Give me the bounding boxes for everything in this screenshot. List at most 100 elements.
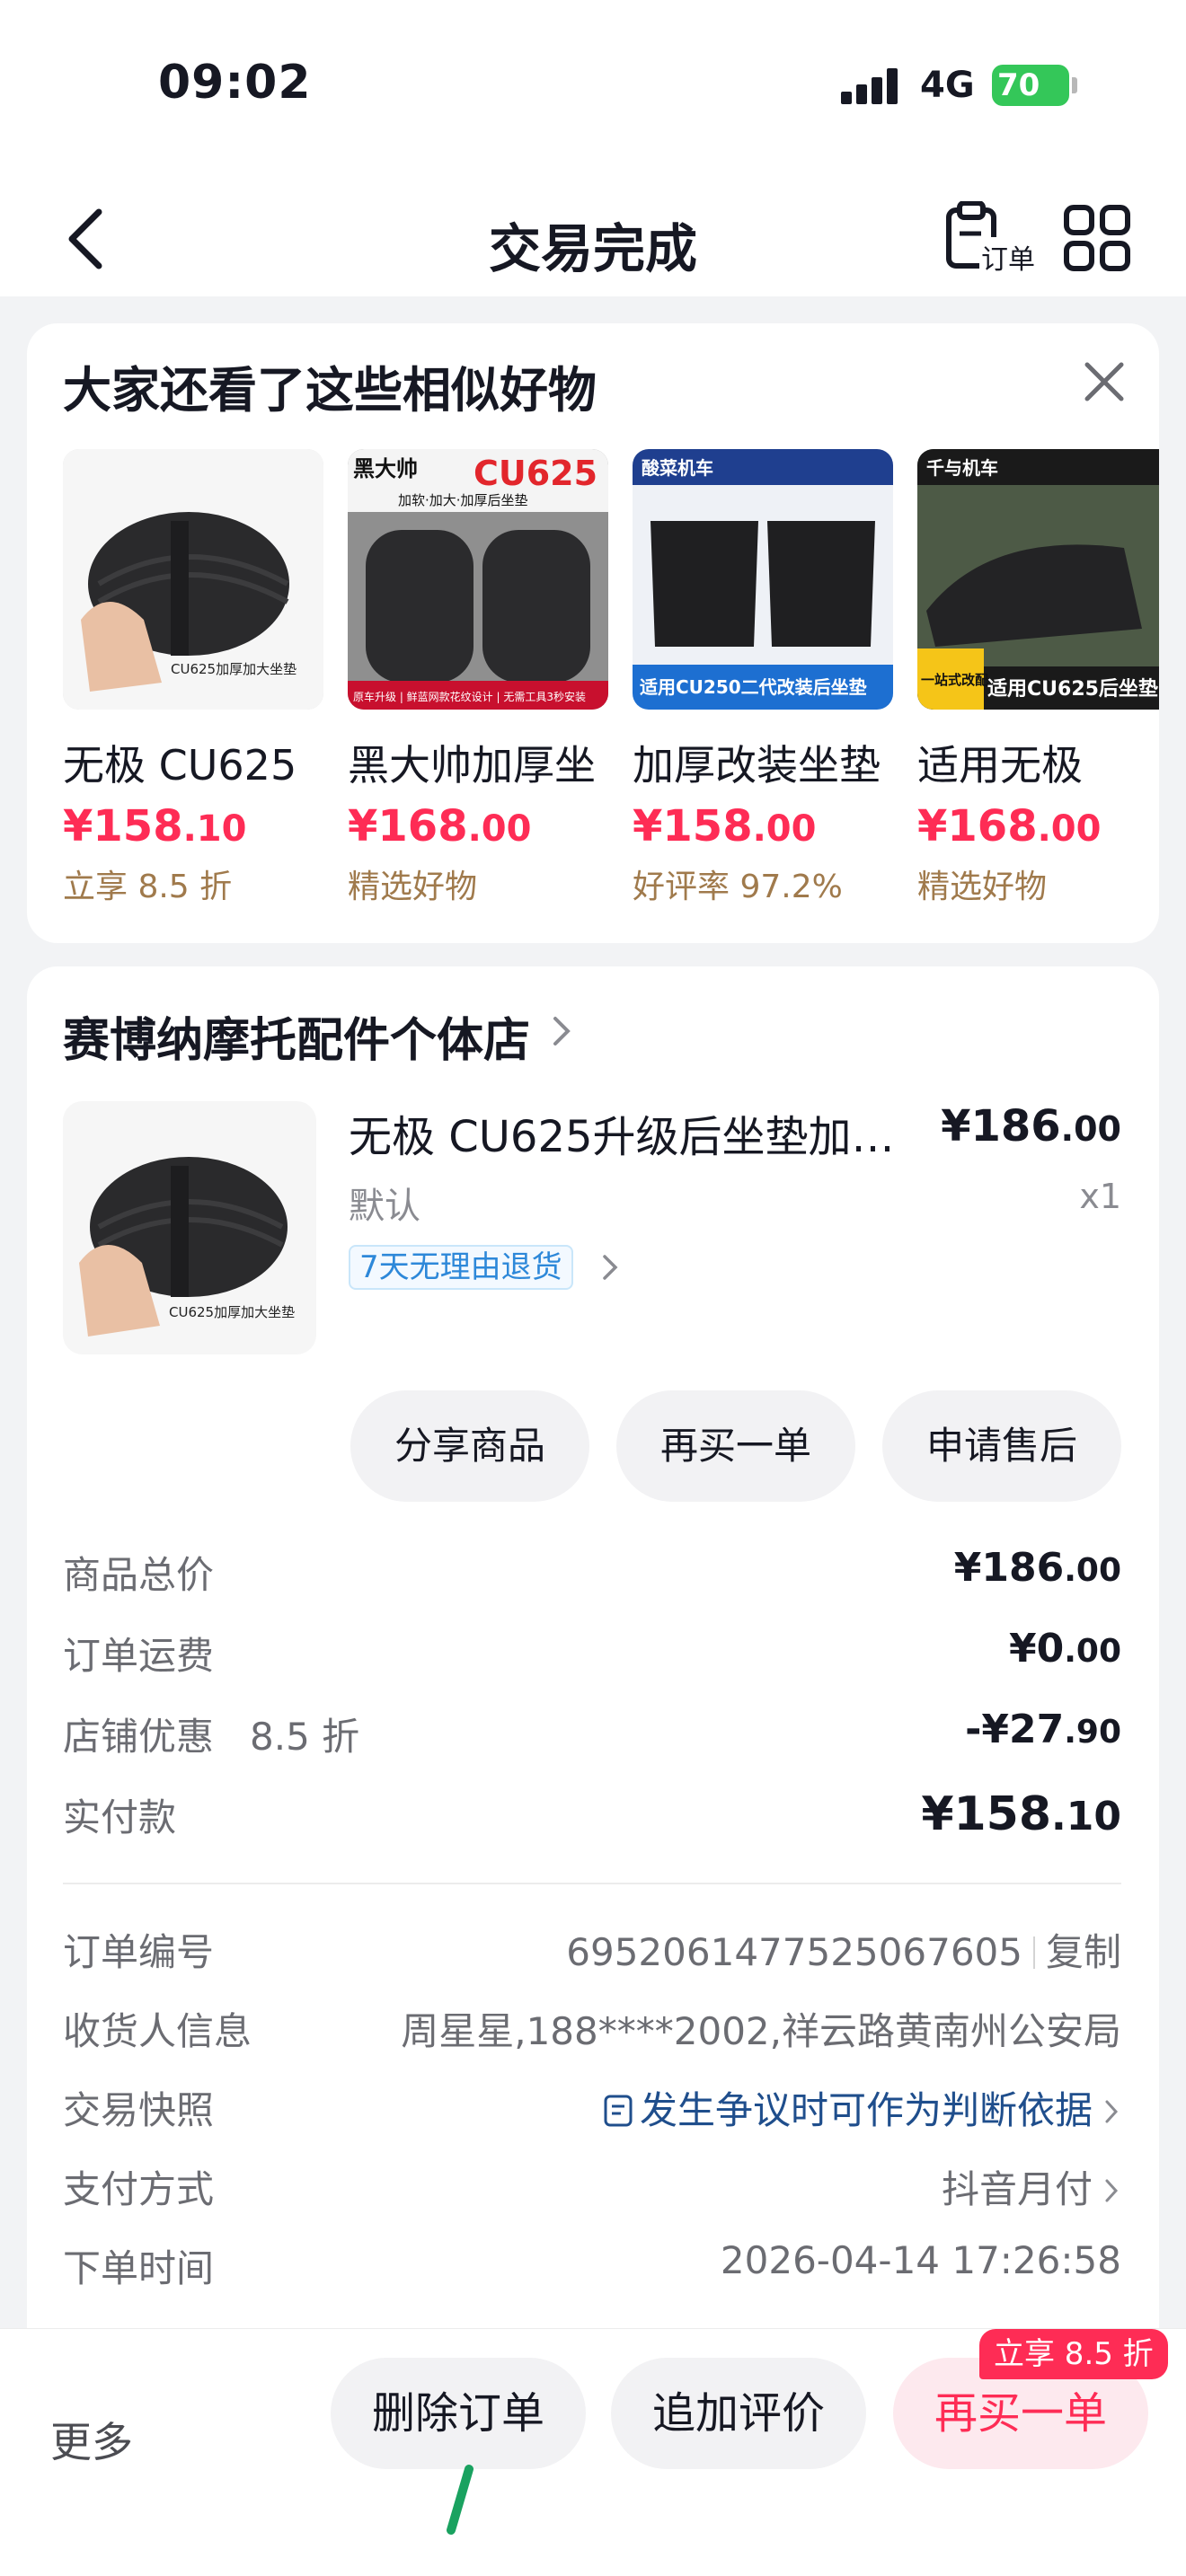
recommendation-card: 大家还看了这些相似好物 CU625加厚加大坐垫 无极 CU625 ¥158.10… — [27, 323, 1159, 943]
order-time-label: 下单时间 — [63, 2246, 215, 2290]
recommend-item-price-int: ¥168 — [348, 801, 468, 851]
recommend-item-name: 加厚改装坐垫 — [633, 741, 881, 790]
recommend-item-price-int: ¥158 — [63, 801, 183, 851]
battery-cap — [1072, 77, 1077, 93]
thumb-strip: 适用CU625后坐垫 — [987, 677, 1158, 701]
recommend-item[interactable]: 千与机车 一站式改配 适用CU625后坐垫 适用无极 ¥168.00 精选好物 — [917, 449, 1159, 907]
recommend-item-price-dec: .00 — [752, 808, 817, 850]
thumb-caption: CU625加厚加大坐垫 — [171, 661, 296, 677]
payment-value[interactable]: 抖音月付 — [942, 2159, 1121, 2214]
share-product-button[interactable]: 分享商品 — [350, 1390, 589, 1502]
product-image[interactable]: CU625加厚加大坐垫 — [63, 1101, 316, 1354]
paid-dec: .10 — [1051, 1794, 1121, 1839]
paid-value: ¥158.10 — [921, 1787, 1121, 1841]
recommend-item-price: ¥168.00 — [348, 801, 608, 851]
thumb-subtitle: 加软·加大·加厚后坐垫 — [398, 492, 528, 508]
thumb-model: CU625 — [474, 454, 597, 493]
paid-label: 实付款 — [63, 1795, 177, 1839]
order-time-value: 2026-04-14 17:26:58 — [720, 2238, 1121, 2282]
discount-badge: 立享 8.5 折 — [979, 2329, 1168, 2379]
product-image-caption: CU625加厚加大坐垫 — [169, 1304, 295, 1320]
recommend-item[interactable]: 酸菜机车 适用CU250二代改装后坐垫 加厚改装坐垫 ¥158.00 好评率 9… — [633, 449, 893, 907]
snapshot-row[interactable]: 交易快照 发生争议时可作为判断依据 — [63, 2080, 1121, 2134]
thumb-strip: 适用CU250二代改装后坐垫 — [640, 676, 867, 698]
goods-total-dec: .00 — [1064, 1552, 1121, 1589]
product-spec: 默认 — [349, 1186, 420, 1227]
receiver-row: 收货人信息 周星星,188****2002,祥云路黄南州公安局 — [63, 2001, 1121, 2055]
thumb-strip: 原车升级 | 鲜蓝网款花纹设计 | 无需工具3秒安装 — [353, 690, 586, 703]
discount-value: -¥27.90 — [965, 1707, 1121, 1752]
recommend-item-image: 黑大帅 CU625 加软·加大·加厚后坐垫 原车升级 | 鲜蓝网款花纹设计 | … — [348, 449, 608, 710]
recommend-item-tag: 立享 8.5 折 — [63, 869, 233, 905]
snapshot-value[interactable]: 发生争议时可作为判断依据 — [604, 2080, 1121, 2135]
more-button[interactable]: 更多 — [50, 2410, 133, 2469]
recommend-item-price: ¥158.00 — [633, 801, 893, 851]
shipping-row: 订单运费 ¥0.00 — [63, 1626, 1121, 1680]
payment-row[interactable]: 支付方式 抖音月付 — [63, 2159, 1121, 2213]
shipping-value: ¥0.00 — [1009, 1626, 1121, 1672]
add-review-button[interactable]: 追加评价 — [611, 2358, 866, 2469]
goods-total-int: ¥186 — [953, 1545, 1065, 1591]
receiver-label: 收货人信息 — [63, 2009, 252, 2053]
payment-label: 支付方式 — [63, 2167, 215, 2211]
recommendation-title: 大家还看了这些相似好物 — [63, 362, 597, 419]
recommend-item-price-dec: .00 — [467, 808, 532, 850]
recommend-item-image: 千与机车 一站式改配 适用CU625后坐垫 — [917, 449, 1159, 710]
discount-dec: .90 — [1064, 1714, 1121, 1751]
delete-order-button[interactable]: 删除订单 — [331, 2358, 586, 2469]
chevron-right-icon[interactable] — [548, 1013, 575, 1049]
recommend-item-image: 酸菜机车 适用CU250二代改装后坐垫 — [633, 449, 893, 710]
recommend-item-name: 适用无极 — [917, 741, 1083, 790]
signal-icon — [841, 68, 902, 104]
chevron-right-icon — [1105, 2179, 1119, 2202]
recommend-item-price-int: ¥168 — [917, 801, 1038, 851]
return-policy-tag[interactable]: 7天无理由退货 — [349, 1245, 573, 1290]
recommend-item-price: ¥158.10 — [63, 801, 323, 851]
battery-icon: 70 — [992, 65, 1069, 106]
close-icon[interactable] — [1073, 350, 1136, 413]
discount-label: 店铺优惠 8.5 折 — [63, 1707, 359, 1761]
recommend-item-name: 黑大帅加厚坐 — [348, 741, 596, 790]
goods-total-row: 商品总价 ¥186.00 — [63, 1545, 1121, 1599]
nav-bar: 交易完成 订单 — [0, 180, 1186, 296]
recommend-item[interactable]: 黑大帅 CU625 加软·加大·加厚后坐垫 原车升级 | 鲜蓝网款花纹设计 | … — [348, 449, 608, 907]
order-number-label: 订单编号 — [63, 1930, 215, 1974]
status-bar: 09:02 4G 70 — [0, 0, 1186, 180]
snapshot-label: 交易快照 — [63, 2088, 215, 2132]
order-card: 赛博纳摩托配件个体店 CU625加厚加大坐垫 无极 CU625升级后坐垫加厚加大… — [27, 966, 1159, 2439]
shipping-dec: .00 — [1064, 1633, 1121, 1670]
grid-menu-icon[interactable] — [1064, 205, 1130, 271]
order-label: 订单 — [979, 237, 1037, 277]
chevron-right-icon — [1105, 2100, 1119, 2123]
product-price-int: ¥186 — [941, 1101, 1061, 1151]
recommend-item-price-dec: .10 — [182, 808, 247, 850]
network-type: 4G — [920, 65, 975, 106]
recommend-item-name: 无极 CU625 — [63, 741, 297, 790]
copy-separator — [1032, 1936, 1035, 1969]
product-price: ¥186.00 — [941, 1101, 1121, 1151]
thumb-brand: 千与机车 — [926, 457, 998, 479]
brand-stroke-icon — [447, 2465, 474, 2535]
document-icon — [604, 2095, 633, 2127]
shipping-label: 订单运费 — [63, 1634, 215, 1678]
copy-button[interactable]: 复制 — [1046, 1930, 1121, 1974]
recommend-item-price-dec: .00 — [1037, 808, 1102, 850]
after-sale-button[interactable]: 申请售后 — [882, 1390, 1121, 1502]
shop-name[interactable]: 赛博纳摩托配件个体店 — [63, 1002, 530, 1070]
recommend-item-price-int: ¥158 — [633, 801, 753, 851]
recommend-item-image: CU625加厚加大坐垫 — [63, 449, 323, 710]
order-time-row: 下单时间 2026-04-14 17:26:58 — [63, 2238, 1121, 2292]
discount-row: 店铺优惠 8.5 折 -¥27.90 — [63, 1707, 1121, 1760]
snapshot-text: 发生争议时可作为判断依据 — [639, 2088, 1093, 2132]
recommend-item-tag: 好评率 97.2% — [633, 869, 843, 905]
recommend-item[interactable]: CU625加厚加大坐垫 无极 CU625 ¥158.10 立享 8.5 折 — [63, 449, 323, 907]
receiver-value: 周星星,188****2002,祥云路黄南州公安局 — [401, 2009, 1121, 2053]
shipping-int: ¥0 — [1008, 1626, 1065, 1672]
order-list-button[interactable]: 订单 — [945, 201, 1039, 277]
thumb-badge: 一站式改配 — [921, 672, 988, 688]
rebuy-button[interactable]: 再买一单 — [616, 1390, 855, 1502]
order-number-row: 订单编号 6952061477525067605 复制 — [63, 1922, 1121, 1976]
chevron-right-icon[interactable] — [598, 1252, 622, 1283]
discount-label-text: 店铺优惠 — [63, 1715, 215, 1759]
product-name[interactable]: 无极 CU625升级后坐垫加厚加大坐垫 — [349, 1101, 924, 1164]
